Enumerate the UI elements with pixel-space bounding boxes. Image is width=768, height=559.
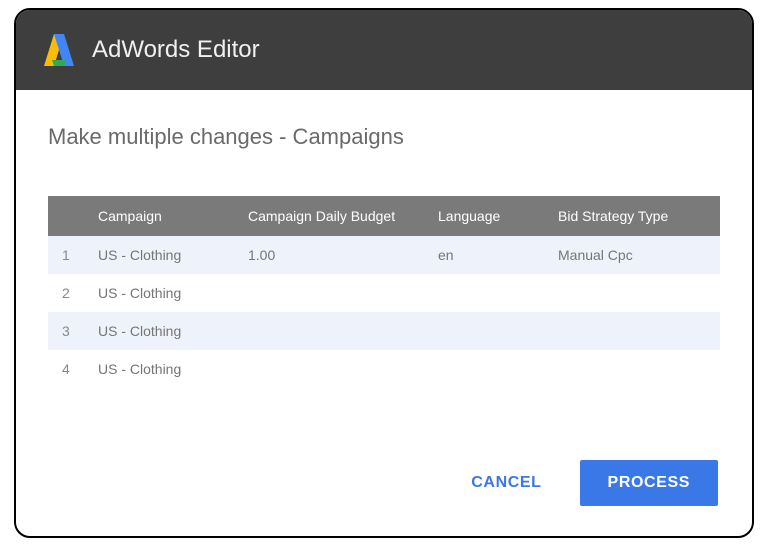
cell-num: 1 — [48, 236, 88, 274]
cell-num: 4 — [48, 350, 88, 388]
header-campaign: Campaign — [88, 196, 238, 236]
cell-budget — [238, 350, 428, 388]
cell-bid: Manual Cpc — [548, 236, 720, 274]
header-bid: Bid Strategy Type — [548, 196, 720, 236]
header-num — [48, 196, 88, 236]
cell-language — [428, 274, 548, 312]
cell-num: 2 — [48, 274, 88, 312]
cell-language — [428, 350, 548, 388]
adwords-logo-icon — [44, 34, 74, 66]
table-header-row: Campaign Campaign Daily Budget Language … — [48, 196, 720, 236]
cell-bid — [548, 350, 720, 388]
cell-campaign: US - Clothing — [88, 274, 238, 312]
cell-language: en — [428, 236, 548, 274]
title-bar: AdWords Editor — [16, 10, 752, 90]
cell-budget: 1.00 — [238, 236, 428, 274]
dialog-actions: CANCEL PROCESS — [16, 434, 752, 536]
cell-bid — [548, 274, 720, 312]
dialog-window: AdWords Editor Make multiple changes - C… — [14, 8, 754, 538]
cell-campaign: US - Clothing — [88, 312, 238, 350]
cell-bid — [548, 312, 720, 350]
cell-budget — [238, 312, 428, 350]
cell-budget — [238, 274, 428, 312]
table-row[interactable]: 1 US - Clothing 1.00 en Manual Cpc — [48, 236, 720, 274]
app-title: AdWords Editor — [92, 36, 260, 64]
table-row[interactable]: 4 US - Clothing — [48, 350, 720, 388]
cancel-button[interactable]: CANCEL — [461, 462, 551, 504]
table-row[interactable]: 2 US - Clothing — [48, 274, 720, 312]
header-budget: Campaign Daily Budget — [238, 196, 428, 236]
cell-language — [428, 312, 548, 350]
cell-campaign: US - Clothing — [88, 350, 238, 388]
changes-table: Campaign Campaign Daily Budget Language … — [48, 196, 720, 388]
process-button[interactable]: PROCESS — [580, 460, 718, 506]
cell-campaign: US - Clothing — [88, 236, 238, 274]
table-row[interactable]: 3 US - Clothing — [48, 312, 720, 350]
dialog-subtitle: Make multiple changes - Campaigns — [48, 124, 720, 150]
dialog-content: Make multiple changes - Campaigns Campai… — [16, 90, 752, 434]
header-language: Language — [428, 196, 548, 236]
cell-num: 3 — [48, 312, 88, 350]
